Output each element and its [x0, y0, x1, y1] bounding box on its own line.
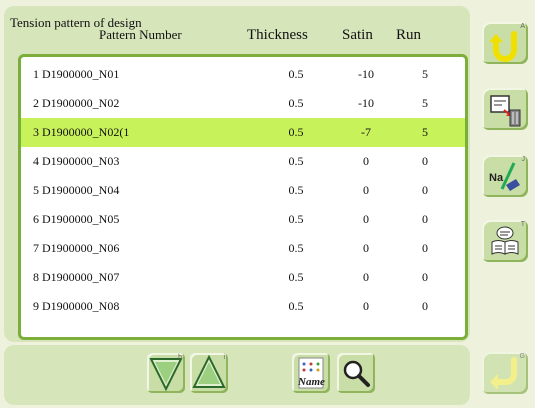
- row-thickness: 0.5: [288, 183, 304, 197]
- row-pattern-name: D1900000_N03: [42, 154, 120, 168]
- row-pattern-name: D1900000_N02(1: [42, 125, 130, 139]
- run-header: Run: [396, 27, 422, 43]
- satin-header: Satin: [342, 27, 373, 43]
- row-run: 0: [422, 212, 428, 226]
- delete-to-trash-icon: [490, 95, 521, 127]
- row-satin: -10: [358, 96, 374, 110]
- pattern-name-button[interactable]: Name: [292, 353, 330, 393]
- row-run: 5: [422, 96, 428, 110]
- row-pattern-name: D1900000_N01: [42, 67, 120, 81]
- rename-button[interactable]: J Na: [482, 155, 528, 197]
- row-index: 9: [33, 299, 39, 313]
- tension-pattern-screen: Tension pattern of design Pattern Number…: [0, 0, 535, 408]
- row-index: 5: [33, 183, 39, 197]
- delete-button[interactable]: [482, 88, 528, 130]
- row-pattern-name: D1900000_N02: [42, 96, 120, 110]
- table-row[interactable]: 7 D1900000_N06 0.5 0 0: [21, 234, 465, 263]
- pattern-list[interactable]: 1 D1900000_N01 0.5 -10 5 2 D1900000_N02 …: [18, 54, 468, 340]
- row-satin: -7: [361, 125, 371, 139]
- row-run: 5: [422, 125, 428, 139]
- row-run: 5: [422, 67, 428, 81]
- enter-button[interactable]: G: [482, 352, 528, 394]
- side-toolbar: A J Na T G: [472, 0, 535, 408]
- row-index: 1: [33, 67, 39, 81]
- table-row[interactable]: 4 D1900000_N03 0.5 0 0: [21, 147, 465, 176]
- scroll-down-button[interactable]: h: [147, 353, 185, 393]
- name-label: Name: [297, 376, 325, 388]
- pattern-number-header: Pattern Number: [99, 27, 182, 42]
- table-row-selected[interactable]: 3 D1900000_N02(1 0.5 -7 5: [21, 118, 465, 147]
- key-hint: T: [520, 221, 525, 228]
- row-thickness: 0.5: [288, 270, 304, 284]
- rename-icon-text: Na: [489, 172, 504, 184]
- row-satin: 0: [363, 212, 369, 226]
- table-row[interactable]: 6 D1900000_N05 0.5 0 0: [21, 205, 465, 234]
- row-run: 0: [422, 241, 428, 255]
- row-run: 0: [422, 183, 428, 197]
- key-hint: A: [520, 23, 525, 30]
- row-pattern-name: D1900000_N07: [42, 270, 120, 284]
- row-pattern-name: D1900000_N08: [42, 299, 120, 313]
- search-button[interactable]: [337, 353, 375, 393]
- key-hint: J: [521, 156, 526, 163]
- row-thickness: 0.5: [288, 241, 304, 255]
- table-row[interactable]: 1 D1900000_N01 0.5 -10 5: [21, 60, 465, 89]
- row-satin: 0: [363, 299, 369, 313]
- bottom-toolbar: h i Name: [4, 345, 470, 405]
- row-index: 7: [33, 241, 39, 255]
- thickness-header: Thickness: [247, 27, 308, 43]
- table-row[interactable]: 9 D1900000_N08 0.5 0 0: [21, 292, 465, 321]
- row-satin: 0: [363, 183, 369, 197]
- row-thickness: 0.5: [288, 67, 304, 81]
- row-index: 8: [33, 270, 39, 284]
- row-satin: 0: [363, 154, 369, 168]
- table-row[interactable]: 8 D1900000_N07 0.5 0 0: [21, 263, 465, 292]
- row-index: 6: [33, 212, 39, 226]
- pattern-name-icon: Name: [297, 357, 325, 389]
- row-satin: 0: [363, 241, 369, 255]
- row-satin: 0: [363, 270, 369, 284]
- row-thickness: 0.5: [288, 212, 304, 226]
- key-hint: i: [223, 354, 225, 361]
- row-satin: -10: [358, 67, 374, 81]
- row-pattern-name: D1900000_N04: [42, 183, 120, 197]
- row-index: 3: [33, 125, 39, 139]
- row-run: 0: [422, 154, 428, 168]
- table-row[interactable]: 5 D1900000_N04 0.5 0 0: [21, 176, 465, 205]
- search-icon: [343, 360, 370, 387]
- row-thickness: 0.5: [288, 125, 304, 139]
- triangle-up-icon: [192, 354, 226, 388]
- row-run: 0: [422, 299, 428, 313]
- row-thickness: 0.5: [288, 154, 304, 168]
- row-index: 2: [33, 96, 39, 110]
- scroll-up-button[interactable]: i: [190, 353, 228, 393]
- row-run: 0: [422, 270, 428, 284]
- undo-button[interactable]: A: [482, 22, 528, 64]
- key-hint: G: [519, 353, 525, 360]
- row-pattern-name: D1900000_N06: [42, 241, 120, 255]
- row-index: 4: [33, 154, 39, 168]
- pattern-catalog-button[interactable]: T: [482, 220, 528, 262]
- row-pattern-name: D1900000_N05: [42, 212, 120, 226]
- table-row[interactable]: 2 D1900000_N02 0.5 -10 5: [21, 89, 465, 118]
- row-thickness: 0.5: [288, 299, 304, 313]
- key-hint: h: [178, 354, 182, 361]
- pattern-list-panel: Tension pattern of design Pattern Number…: [4, 6, 470, 342]
- list-header: Tension pattern of design Pattern Number…: [4, 6, 470, 52]
- row-thickness: 0.5: [288, 96, 304, 110]
